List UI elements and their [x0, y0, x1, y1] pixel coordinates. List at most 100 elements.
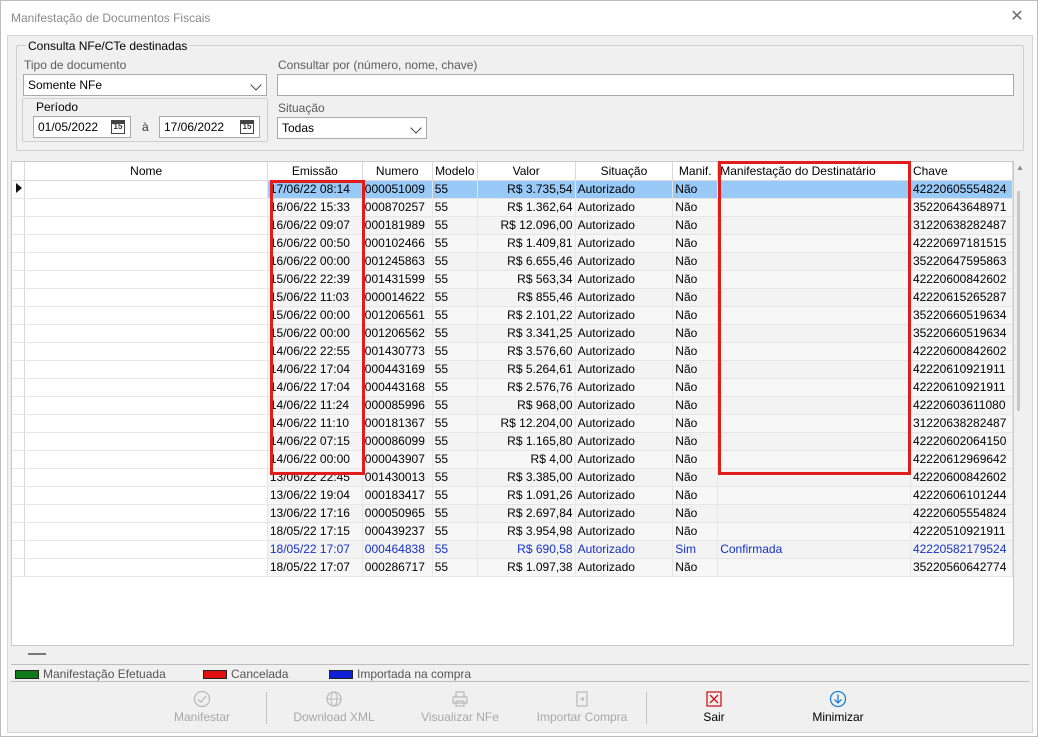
col-modelo[interactable]: Modelo: [432, 162, 478, 181]
empty-cell: [717, 576, 911, 594]
cell-chave: 42220603611080: [910, 396, 1013, 415]
table-row[interactable]: 14/06/22 17:04 000443168 55 R$ 2.576,76 Auto…: [12, 378, 1013, 397]
col-emissao[interactable]: Emissão: [267, 162, 363, 181]
cell-modelo: 55: [432, 180, 478, 199]
calendar-icon[interactable]: 15: [240, 120, 254, 134]
close-icon[interactable]: ✕: [1009, 9, 1025, 25]
cell-manifestacao: Confirmada: [717, 540, 911, 559]
row-indicator: [12, 396, 26, 415]
table-row[interactable]: 14/06/22 07:15 000086099 55 R$ 1.165,80 Auto…: [12, 432, 1013, 451]
cell-manif: Não: [672, 486, 719, 505]
download-xml-button[interactable]: Download XML: [288, 690, 380, 730]
tipo-documento-value: Somente NFe: [28, 78, 103, 92]
table-row[interactable]: 15/06/22 11:03 000014622 55 R$ 855,46 Autori…: [12, 288, 1013, 307]
row-indicator: [12, 360, 26, 379]
table-row[interactable]: 17/06/22 08:14 000051009 55 R$ 3.735,54 Auto…: [12, 180, 1013, 199]
table-row[interactable]: 15/06/22 22:39 001431599 55 R$ 563,34 Autori…: [12, 270, 1013, 289]
cell-valor: R$ 5.264,61: [477, 360, 576, 379]
table-row[interactable]: 13/06/22 22:45 001430013 55 R$ 3.385,00 Auto…: [12, 468, 1013, 487]
cell-emissao: 16/06/22 00:50: [267, 234, 363, 253]
cell-chave: 31220638282487: [910, 216, 1013, 235]
scrollbar-thumb[interactable]: [1017, 191, 1020, 411]
table-row[interactable]: 18/05/22 17:07 000286717 55 R$ 1.097,38 Auto…: [12, 558, 1013, 577]
cell-manif: Não: [672, 198, 719, 217]
cell-emissao: 16/06/22 09:07: [267, 216, 363, 235]
cell-valor: R$ 1.165,80: [477, 432, 576, 451]
col-chave[interactable]: Chave: [910, 162, 1013, 181]
cell-chave: 35220643648971: [910, 198, 1013, 217]
empty-cell: [362, 612, 433, 630]
table-row[interactable]: 14/06/22 17:04 000443169 55 R$ 5.264,61 Auto…: [12, 360, 1013, 379]
cell-numero: 001206562: [362, 324, 433, 343]
minimizar-button[interactable]: Minimizar: [802, 690, 874, 730]
cell-situacao: Autorizado: [575, 270, 674, 289]
cell-situacao: Autorizado: [575, 504, 674, 523]
table-row[interactable]: 16/06/22 00:00 001245863 55 R$ 6.655,46 Auto…: [12, 252, 1013, 271]
tipo-documento-select[interactable]: Somente NFe: [23, 74, 267, 96]
calendar-icon[interactable]: 15: [111, 120, 125, 134]
table-row[interactable]: 18/05/22 17:15 000439237 55 R$ 3.954,98 Auto…: [12, 522, 1013, 541]
cell-situacao: Autorizado: [575, 180, 674, 199]
cell-situacao: Autorizado: [575, 198, 674, 217]
row-indicator: [12, 180, 26, 199]
situacao-value: Todas: [282, 121, 315, 135]
table-row[interactable]: 15/06/22 00:00 001206562 55 R$ 3.341,25 Auto…: [12, 324, 1013, 343]
table-row[interactable]: 14/06/22 11:10 000181367 55 R$ 12.204,00 Aut…: [12, 414, 1013, 433]
exit-icon: [706, 691, 722, 707]
col-situacao[interactable]: Situação: [575, 162, 674, 181]
cell-manif: Não: [672, 432, 719, 451]
cell-manif: Não: [672, 396, 719, 415]
table-row[interactable]: 14/06/22 22:55 001430773 55 R$ 3.576,60 Auto…: [12, 342, 1013, 361]
date-to-input[interactable]: 17/06/2022 15: [159, 116, 260, 138]
col-manifestacao-destinatario[interactable]: Manifestação do Destinatário: [717, 162, 911, 181]
table-row[interactable]: 15/06/22 00:00 001206561 55 R$ 2.101,22 Auto…: [12, 306, 1013, 325]
cell-situacao: Autorizado: [575, 486, 674, 505]
cell-manif: Não: [672, 468, 719, 487]
splitter-handle[interactable]: [28, 653, 46, 655]
visualizar-nfe-label: Visualizar NFe: [421, 710, 499, 724]
cell-nome: [24, 396, 268, 415]
empty-cell: [717, 612, 911, 630]
table-row[interactable]: 16/06/22 09:07 000181989 55 R$ 12.096,00 Aut…: [12, 216, 1013, 235]
situacao-select[interactable]: Todas: [277, 117, 427, 139]
cell-nome: [24, 342, 268, 361]
grid-vertical-scrollbar[interactable]: ▲: [1014, 161, 1026, 646]
cell-modelo: 55: [432, 234, 478, 253]
table-row[interactable]: 14/06/22 00:00 000043907 55 R$ 4,00 Autoriza…: [12, 450, 1013, 469]
importar-compra-label: Importar Compra: [536, 710, 628, 724]
consultar-por-input[interactable]: [277, 74, 1014, 96]
cell-situacao: Autorizado: [575, 414, 674, 433]
cell-valor: R$ 1.091,26: [477, 486, 576, 505]
empty-cell: [477, 612, 576, 630]
cell-chave: 35220660519634: [910, 306, 1013, 325]
cell-manif: Não: [672, 558, 719, 577]
manifestar-button[interactable]: Manifestar: [166, 690, 238, 730]
current-row-arrow-icon: [16, 183, 22, 193]
table-row[interactable]: 16/06/22 15:33 000870257 55 R$ 1.362,64 Auto…: [12, 198, 1013, 217]
empty-cell: [910, 594, 1013, 612]
cell-nome: [24, 540, 268, 559]
importar-compra-button[interactable]: Importar Compra: [528, 690, 636, 730]
table-row[interactable]: 16/06/22 00:50 000102466 55 R$ 1.409,81 Auto…: [12, 234, 1013, 253]
table-row[interactable]: 14/06/22 11:24 000085996 55 R$ 968,00 Autori…: [12, 396, 1013, 415]
cell-chave: 31220638282487: [910, 414, 1013, 433]
cell-valor: R$ 1.409,81: [477, 234, 576, 253]
col-numero[interactable]: Numero: [362, 162, 433, 181]
visualizar-nfe-button[interactable]: Visualizar NFe: [414, 690, 506, 730]
sair-button[interactable]: Sair: [686, 690, 742, 730]
tipo-documento-label: Tipo de documento: [24, 58, 127, 72]
documents-grid[interactable]: Nome Emissão Numero Modelo Valor Situaçã…: [11, 161, 1014, 646]
table-row[interactable]: 13/06/22 17:16 000050965 55 R$ 2.697,84 Auto…: [12, 504, 1013, 523]
table-row[interactable]: 18/05/22 17:07 000464838 55 R$ 690,58 Autori…: [12, 540, 1013, 559]
col-manif[interactable]: Manif.: [672, 162, 719, 181]
cell-valor: R$ 563,34: [477, 270, 576, 289]
col-valor[interactable]: Valor: [477, 162, 576, 181]
table-row[interactable]: 13/06/22 19:04 000183417 55 R$ 1.091,26 Auto…: [12, 486, 1013, 505]
cell-numero: 000286717: [362, 558, 433, 577]
scroll-up-icon[interactable]: ▲: [1016, 163, 1024, 172]
date-from-value: 01/05/2022: [38, 120, 99, 134]
cell-valor: R$ 1.362,64: [477, 198, 576, 217]
date-from-input[interactable]: 01/05/2022 15: [33, 116, 131, 138]
col-nome[interactable]: Nome: [24, 162, 268, 181]
legend-manifestacao-efetuada: Manifestação Efetuada: [15, 667, 166, 681]
